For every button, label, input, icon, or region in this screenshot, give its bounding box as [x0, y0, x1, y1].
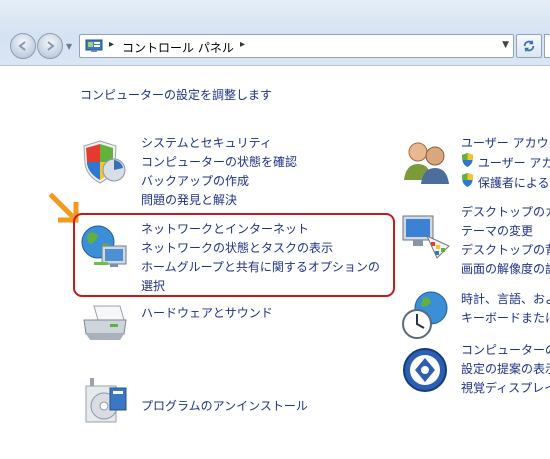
- uac-shield-icon: [462, 173, 473, 187]
- category-title-hardware-sound[interactable]: ハードウェアとサウンド: [141, 304, 273, 323]
- link-keyboard-input[interactable]: キーボードまたに: [461, 309, 550, 328]
- search-box[interactable]: [544, 34, 550, 58]
- category-title-appearance[interactable]: デスクトップのカ: [461, 203, 550, 222]
- link-user-accounts-settings[interactable]: ユーザー アカ: [461, 153, 550, 173]
- category-ease-of-access: コンピューターの 設定の提案の表示 視覚ディスプレイ: [461, 341, 550, 398]
- link-screen-resolution[interactable]: 画面の解像度の設: [461, 260, 550, 279]
- refresh-icon: [523, 39, 535, 53]
- recent-pages-dropdown-icon[interactable]: ▼: [66, 42, 72, 51]
- address-bar[interactable]: ▸ コントロール パネル ▸ ▼: [79, 34, 514, 58]
- address-toolbar: ▼ ▸ コントロール パネル ▸ ▼: [0, 0, 550, 66]
- category-hardware-sound: ハードウェアとサウンド: [141, 304, 273, 323]
- category-user-accounts: ユーザー アカウ ユーザー アカ 保護者による: [461, 134, 550, 193]
- link-create-backup[interactable]: バックアップの作成: [141, 172, 297, 191]
- breadcrumb-separator-icon[interactable]: ▸: [240, 39, 245, 50]
- category-title-network-internet[interactable]: ネットワークとインターネット: [141, 220, 380, 239]
- breadcrumb-separator-icon[interactable]: ▸: [109, 39, 114, 50]
- link-parental-controls[interactable]: 保護者による: [461, 173, 550, 193]
- link-optimize-visual-display[interactable]: 視覚ディスプレイ: [461, 379, 550, 398]
- forward-arrow-icon: [47, 41, 55, 51]
- link-find-fix-problems[interactable]: 問題の発見と解決: [141, 191, 297, 210]
- category-system-security: システムとセキュリティ コンピューターの状態を確認 バックアップの作成 問題の発…: [141, 134, 297, 210]
- link-label: ユーザー アカ: [477, 156, 550, 170]
- refresh-button[interactable]: [516, 34, 542, 58]
- link-desktop-background[interactable]: デスクトップの背: [461, 241, 550, 260]
- address-dropdown-icon[interactable]: ▼: [502, 40, 509, 50]
- link-change-theme[interactable]: テーマの変更: [461, 222, 550, 241]
- uac-shield-icon: [462, 153, 473, 167]
- breadcrumb-control-panel[interactable]: コントロール パネル: [122, 39, 234, 56]
- link-label: 保護者による: [477, 176, 550, 190]
- back-arrow-icon: [18, 41, 26, 51]
- link-homegroup-sharing-options-cont[interactable]: 選択: [141, 277, 380, 296]
- users-icon: [404, 142, 449, 184]
- link-check-computer-status[interactable]: コンピューターの状態を確認: [141, 153, 297, 172]
- category-title-system-security[interactable]: システムとセキュリティ: [141, 134, 297, 153]
- forward-button[interactable]: [37, 33, 63, 59]
- programs-icon: [85, 378, 127, 423]
- printer-icon: [83, 305, 127, 340]
- category-title-ease-of-access[interactable]: コンピューターの: [461, 341, 550, 360]
- category-programs: プログラムのアンインストール: [141, 397, 308, 416]
- page-heading: コンピューターの設定を調整します: [80, 88, 273, 102]
- category-network-internet: ネットワークとインターネット ネットワークの状態とタスクの表示 ホームグループと…: [141, 220, 380, 296]
- link-suggested-settings[interactable]: 設定の提案の表示: [461, 360, 550, 379]
- ease-of-access-icon: [403, 348, 447, 392]
- category-title-clock-language[interactable]: 時計、言語、およ: [461, 290, 550, 309]
- category-title-user-accounts[interactable]: ユーザー アカウ: [461, 134, 550, 153]
- network-globe-icon: [81, 225, 127, 267]
- control-panel-icon: [85, 39, 103, 52]
- link-uninstall-program[interactable]: プログラムのアンインストール: [141, 397, 308, 416]
- category-clock-language: 時計、言語、およ キーボードまたに: [461, 290, 550, 328]
- category-appearance: デスクトップのカ テーマの変更 デスクトップの背 画面の解像度の設: [461, 203, 550, 279]
- link-network-status-tasks[interactable]: ネットワークの状態とタスクの表示: [141, 239, 380, 258]
- link-homegroup-sharing-options[interactable]: ホームグループと共有に関するオプションの: [141, 258, 380, 277]
- clock-globe-icon: [402, 291, 448, 339]
- display-palette-icon: [402, 215, 450, 259]
- back-button[interactable]: [10, 33, 36, 59]
- shield-security-icon: [83, 140, 126, 184]
